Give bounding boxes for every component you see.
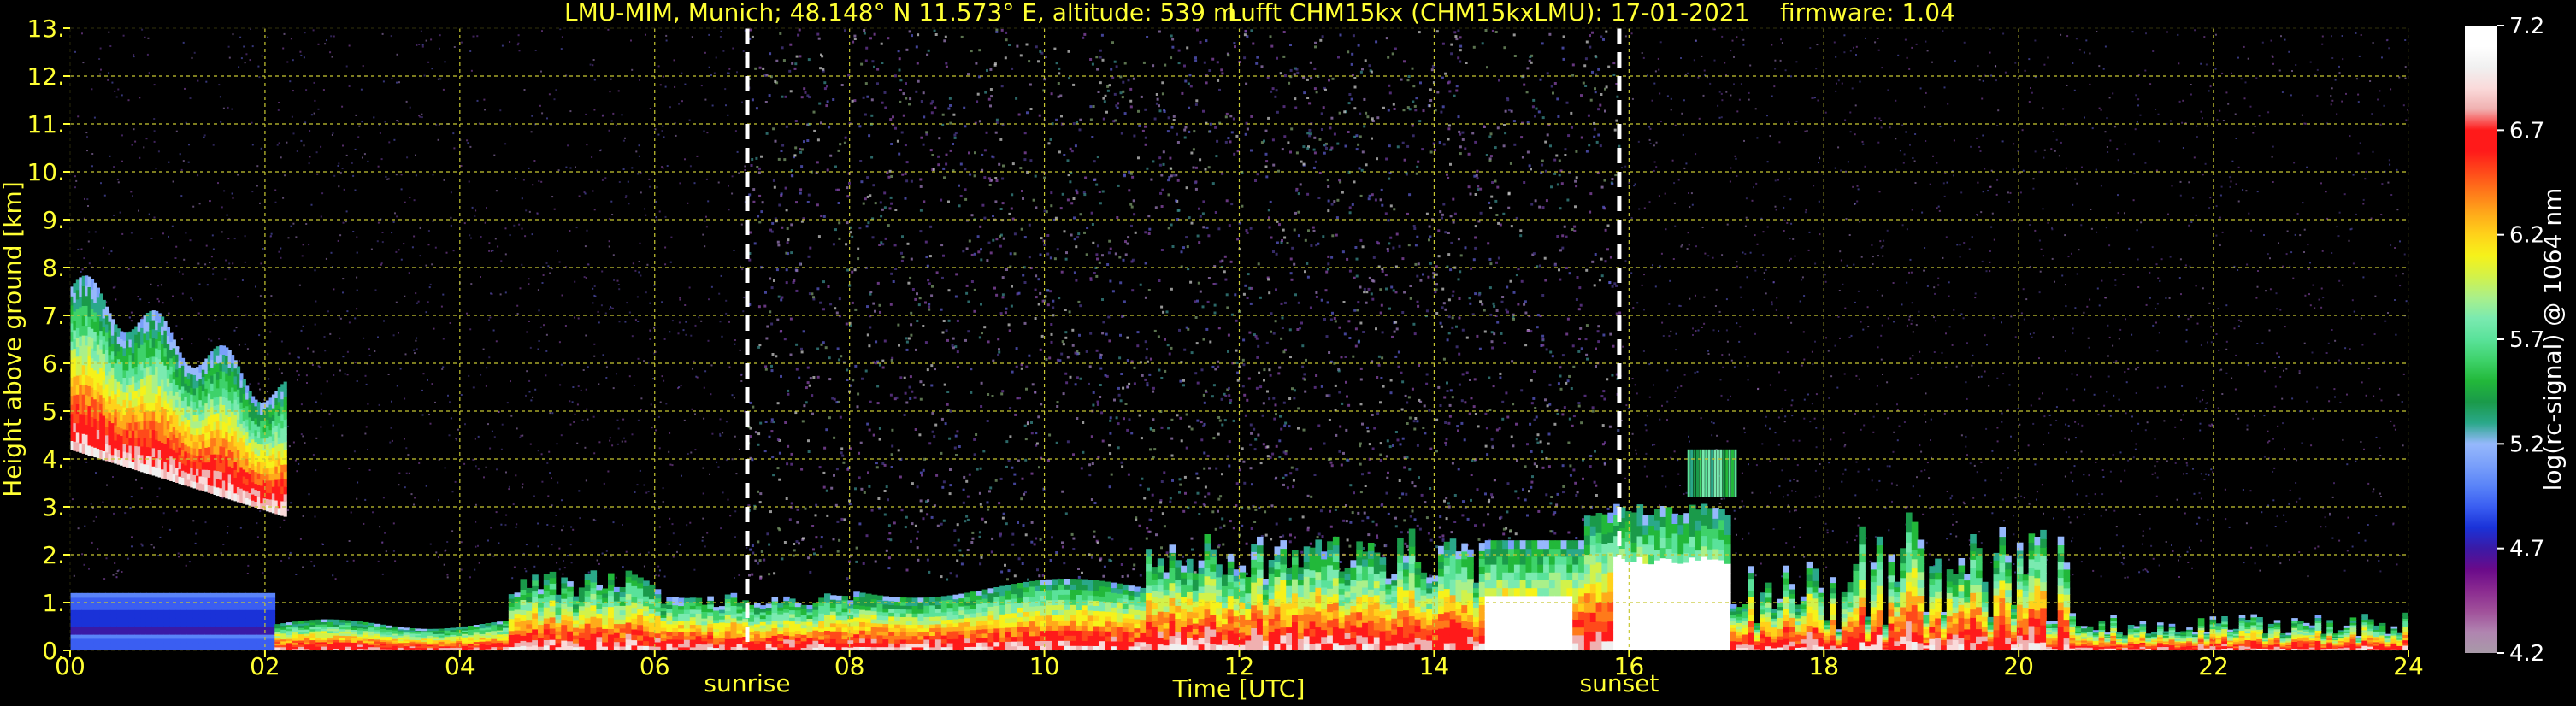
chart-title-right: Lufft CHM15kx (CHM15kxLMU): 17-01-2021 f… <box>1228 0 1955 26</box>
y-tick-label: 12. <box>27 62 65 91</box>
y-tick-label: 3. <box>42 493 65 521</box>
x-tick-label: 22 <box>2198 652 2229 680</box>
colorbar-gradient <box>2465 26 2497 653</box>
sunrise-label: sunrise <box>704 669 790 697</box>
colorbar-tick-label: 6.7 <box>2509 118 2544 144</box>
x-tick-label: 20 <box>2003 652 2034 680</box>
x-tick-label: 18 <box>1808 652 1839 680</box>
colorbar: 4.24.75.25.76.26.77.2 log(rc-signal) @ 1… <box>2465 14 2567 667</box>
colorbar-tick-label: 4.2 <box>2509 641 2544 667</box>
x-tick-label: 10 <box>1029 652 1060 680</box>
y-axis-ticks: 0. 1. 2. 3. 4. 5. 6. 7. 8. 9. 10. 11. 12. 13. <box>27 15 70 665</box>
y-tick-label: 4. <box>42 445 65 474</box>
x-tick-label: 24 <box>2393 652 2424 680</box>
x-tick-label: 14 <box>1419 652 1450 680</box>
ceilometer-chart: LMU-MIM, Munich; 48.148° N 11.573° E, al… <box>0 0 2567 703</box>
x-tick-label: 16 <box>1614 652 1645 680</box>
y-tick-label: 5. <box>42 397 65 426</box>
x-tick-label: 02 <box>250 652 280 680</box>
plot-area <box>70 28 2408 650</box>
y-axis-label: Height above ground [km] <box>0 181 27 497</box>
chart-title-left: LMU-MIM, Munich; 48.148° N 11.573° E, al… <box>564 0 1236 26</box>
colorbar-tick-label: 4.7 <box>2509 537 2544 562</box>
colorbar-tick-label: 7.2 <box>2509 14 2544 39</box>
x-axis-label: Time [UTC] <box>1172 674 1306 703</box>
y-tick-label: 1. <box>42 589 65 617</box>
y-tick-label: 10. <box>27 158 65 186</box>
y-tick-label: 11. <box>27 110 65 138</box>
y-tick-label: 7. <box>42 302 65 330</box>
x-tick-label: 04 <box>445 652 475 680</box>
y-tick-label: 2. <box>42 541 65 569</box>
y-tick-label: 9. <box>42 206 65 234</box>
colorbar-label: log(rc-signal) @ 1064 nm <box>2538 188 2567 491</box>
y-tick-label: 6. <box>42 350 65 378</box>
y-tick-label: 13. <box>27 15 65 43</box>
y-tick-label: 0. <box>42 637 65 665</box>
x-tick-label: 06 <box>640 652 670 680</box>
x-tick-label: 08 <box>834 652 865 680</box>
y-tick-label: 8. <box>42 254 65 282</box>
